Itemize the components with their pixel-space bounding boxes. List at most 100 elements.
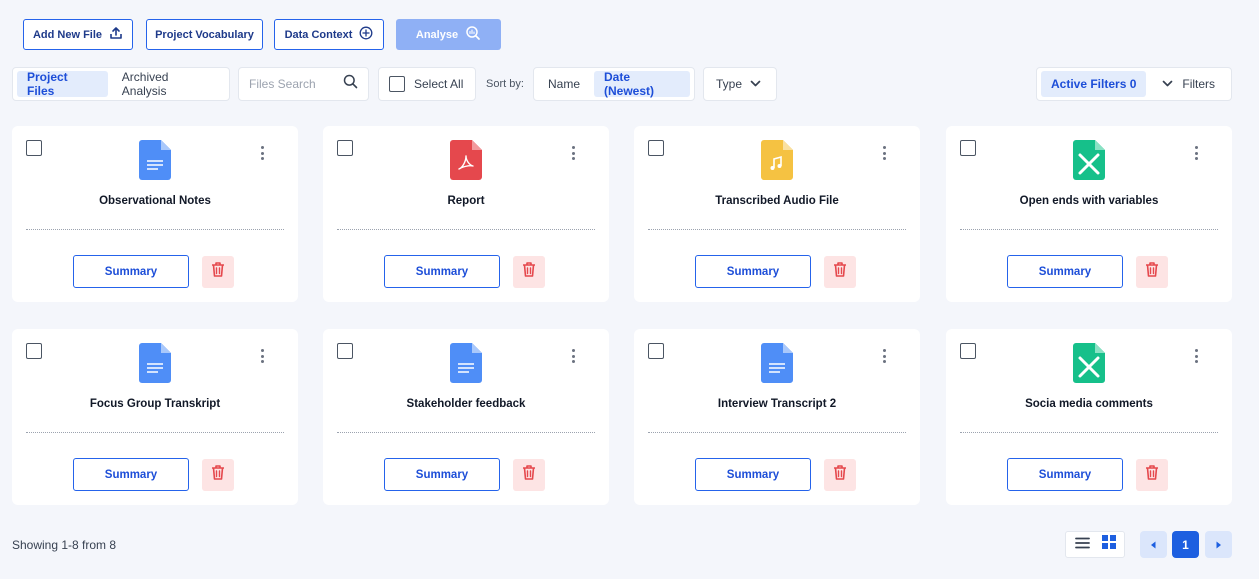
delete-button[interactable] (513, 256, 545, 288)
tab-archived-analysis[interactable]: Archived Analysis (112, 70, 225, 98)
file-card-checkbox[interactable] (26, 343, 42, 359)
file-card-name: Interview Transcript 2 (717, 398, 837, 410)
file-card[interactable]: Stakeholder feedback Summary (323, 329, 609, 505)
caret-left-icon (1150, 538, 1157, 552)
analyse-button[interactable]: Analyse (396, 19, 501, 50)
file-card[interactable]: Focus Group Transkript Summary (12, 329, 298, 505)
trash-icon (832, 464, 848, 486)
file-card-checkbox[interactable] (648, 343, 664, 359)
more-options-icon[interactable] (1194, 349, 1198, 363)
file-card-name: Socia media comments (1025, 398, 1153, 410)
search-icon[interactable] (343, 74, 358, 94)
magnify-analysis-icon (465, 25, 481, 44)
file-card-name: Stakeholder feedback (406, 398, 526, 410)
file-card[interactable]: Report Summary (323, 126, 609, 302)
file-card-checkbox[interactable] (960, 140, 976, 156)
file-card-name: Observational Notes (99, 195, 211, 207)
delete-button[interactable] (202, 459, 234, 491)
upload-icon (109, 26, 123, 43)
data-context-button[interactable]: Data Context (274, 19, 384, 50)
tab-project-files[interactable]: Project Files (17, 70, 108, 98)
analyse-label: Analyse (415, 28, 459, 41)
file-card-divider (960, 432, 1218, 433)
spreadsheet-icon (1073, 343, 1105, 388)
prev-page-button[interactable] (1140, 531, 1167, 558)
select-all-toggle[interactable]: Select All (378, 67, 476, 101)
filters-label: Filters (1182, 77, 1216, 91)
files-search (238, 67, 369, 101)
doc-icon (139, 140, 171, 185)
sort-name[interactable]: Name (538, 71, 590, 97)
file-card-divider (26, 229, 284, 230)
trash-icon (832, 261, 848, 283)
view-toggle (1065, 531, 1125, 558)
audio-icon (761, 140, 793, 185)
summary-button[interactable]: Summary (73, 255, 189, 288)
trash-icon (210, 464, 226, 486)
trash-icon (1144, 261, 1160, 283)
file-card-name: Open ends with variables (1019, 195, 1159, 207)
add-new-file-button[interactable]: Add New File (23, 19, 133, 50)
summary-button[interactable]: Summary (695, 458, 811, 491)
summary-button[interactable]: Summary (695, 255, 811, 288)
delete-button[interactable] (513, 459, 545, 491)
select-all-label: Select All (414, 77, 464, 91)
plus-circle-icon (359, 26, 373, 43)
type-dropdown-label: Type (716, 77, 743, 91)
file-card-checkbox[interactable] (337, 343, 353, 359)
file-card-divider (960, 229, 1218, 230)
chevron-down-icon (750, 77, 761, 91)
filters-bar: Active Filters 0 Filters (1036, 67, 1232, 101)
more-options-icon[interactable] (882, 349, 886, 363)
file-card-checkbox[interactable] (960, 343, 976, 359)
project-vocabulary-button[interactable]: Project Vocabulary (146, 19, 263, 50)
files-search-input[interactable] (249, 77, 335, 91)
select-all-checkbox[interactable] (389, 76, 405, 92)
file-card[interactable]: Observational Notes Summary (12, 126, 298, 302)
caret-right-icon (1215, 538, 1222, 552)
trash-icon (521, 464, 537, 486)
file-card-divider (337, 432, 595, 433)
trash-icon (521, 261, 537, 283)
more-options-icon[interactable] (260, 349, 264, 363)
file-card[interactable]: Open ends with variables Summary (946, 126, 1232, 302)
filters-button[interactable]: Filters (1152, 77, 1225, 91)
file-card-divider (648, 229, 906, 230)
summary-button[interactable]: Summary (384, 255, 500, 288)
file-card-checkbox[interactable] (26, 140, 42, 156)
file-card-divider (26, 432, 284, 433)
file-card[interactable]: Transcribed Audio File Summary (634, 126, 920, 302)
delete-button[interactable] (202, 256, 234, 288)
delete-button[interactable] (1136, 256, 1168, 288)
file-card[interactable]: Socia media comments Summary (946, 329, 1232, 505)
more-options-icon[interactable] (882, 146, 886, 160)
list-view-icon[interactable] (1074, 536, 1090, 554)
more-options-icon[interactable] (571, 146, 575, 160)
summary-button[interactable]: Summary (384, 458, 500, 491)
delete-button[interactable] (824, 459, 856, 491)
file-card-divider (337, 229, 595, 230)
delete-button[interactable] (1136, 459, 1168, 491)
spreadsheet-icon (1073, 140, 1105, 185)
file-card-checkbox[interactable] (648, 140, 664, 156)
more-options-icon[interactable] (571, 349, 575, 363)
sort-date-newest[interactable]: Date (Newest) (594, 70, 690, 98)
more-options-icon[interactable] (1194, 146, 1198, 160)
doc-icon (450, 343, 482, 388)
trash-icon (1144, 464, 1160, 486)
summary-button[interactable]: Summary (1007, 458, 1123, 491)
file-card-checkbox[interactable] (337, 140, 353, 156)
project-vocabulary-label: Project Vocabulary (155, 28, 254, 41)
chevron-down-icon (1162, 77, 1173, 91)
grid-view-icon[interactable] (1101, 535, 1116, 554)
summary-button[interactable]: Summary (1007, 255, 1123, 288)
data-context-label: Data Context (284, 28, 353, 41)
file-card[interactable]: Interview Transcript 2 Summary (634, 329, 920, 505)
type-dropdown[interactable]: Type (703, 67, 777, 101)
active-filters-badge[interactable]: Active Filters 0 (1041, 71, 1147, 97)
delete-button[interactable] (824, 256, 856, 288)
summary-button[interactable]: Summary (73, 458, 189, 491)
page-number-current[interactable]: 1 (1172, 531, 1199, 558)
more-options-icon[interactable] (260, 146, 264, 160)
next-page-button[interactable] (1205, 531, 1232, 558)
